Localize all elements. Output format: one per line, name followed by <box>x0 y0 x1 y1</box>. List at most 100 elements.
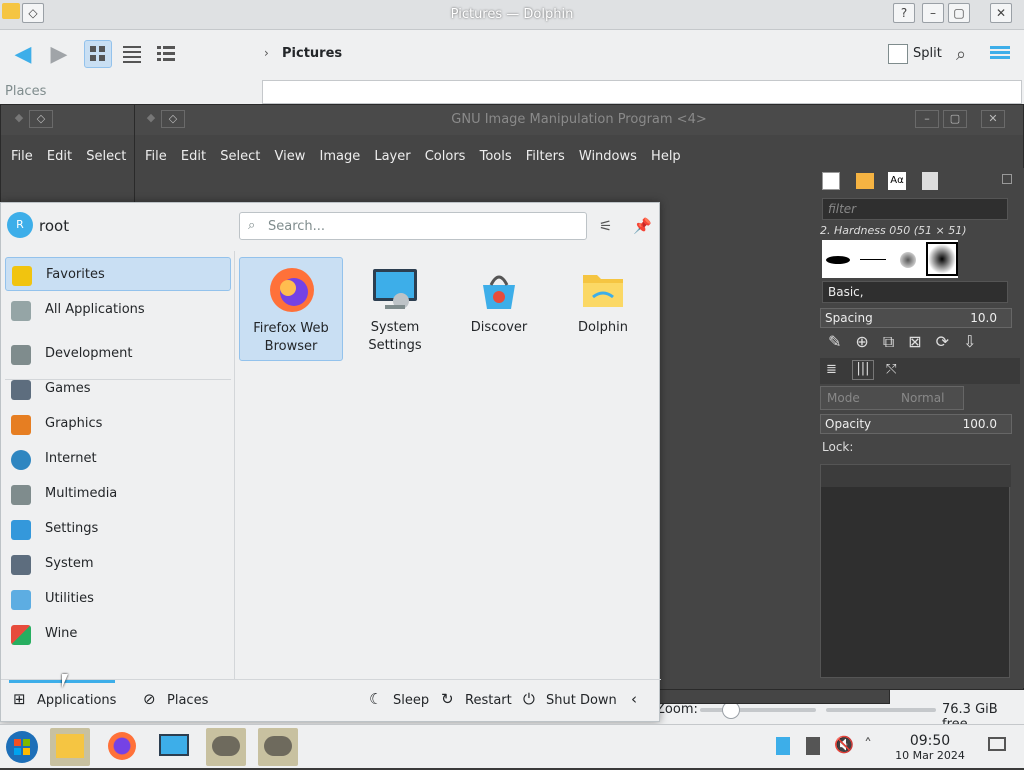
category-label: Settings <box>45 521 99 536</box>
gimp-back-app-icon: ◆ <box>14 111 24 124</box>
patterns-tab-icon[interactable] <box>856 173 874 189</box>
maximize-button[interactable]: ▢ <box>948 3 970 23</box>
brush-set-select[interactable]: Basic, <box>822 281 1008 303</box>
hamburger-menu-icon[interactable] <box>990 44 1010 62</box>
gimp-titlebar[interactable]: ◆ ◇ GNU Image Manipulation Program <4> –… <box>135 105 1023 135</box>
search-input[interactable]: ⌕ Search... <box>239 212 587 240</box>
breadcrumb[interactable]: Pictures <box>282 46 342 61</box>
taskbar-system-settings[interactable] <box>154 728 194 766</box>
category-graphics[interactable]: Graphics <box>5 407 231 441</box>
back-arrow-icon[interactable]: ◀ <box>8 40 38 70</box>
gimp-menu-windows[interactable]: Windows <box>579 135 637 179</box>
gimp-menu-layer[interactable]: Layer <box>374 135 410 179</box>
gimp-back-menu-select[interactable]: Select <box>86 135 126 179</box>
compass-icon: ⊘ <box>143 690 156 708</box>
gimp-menu-filters[interactable]: Filters <box>526 135 565 179</box>
configure-icon[interactable]: ⚟ <box>599 217 612 235</box>
gimp-menu-edit[interactable]: Edit <box>181 135 206 179</box>
clipboard-icon[interactable] <box>776 737 790 755</box>
layers-list[interactable] <box>820 464 1011 678</box>
start-menu-button[interactable] <box>2 728 42 766</box>
gimp-menu-colors[interactable]: Colors <box>425 135 466 179</box>
category-wine[interactable]: Wine <box>5 617 231 651</box>
category-internet[interactable]: Internet <box>5 442 231 476</box>
app-discover[interactable]: Discover <box>447 257 551 361</box>
multimedia-icon <box>11 485 31 505</box>
compact-view-button[interactable] <box>118 40 146 68</box>
category-utilities[interactable]: Utilities <box>5 582 231 616</box>
forward-arrow-icon[interactable]: ▶ <box>44 40 74 70</box>
category-multimedia[interactable]: Multimedia <box>5 477 231 511</box>
app-dolphin[interactable]: Dolphin <box>551 257 655 361</box>
launcher-header: R root ⌕ Search... ⚟ 📌 <box>1 203 661 251</box>
taskbar-dolphin[interactable] <box>50 728 90 766</box>
gimp-menu-image[interactable]: Image <box>319 135 360 179</box>
gimp-menu-view[interactable]: View <box>274 135 305 179</box>
brush-preview-grid[interactable] <box>822 240 958 278</box>
spacing-slider[interactable]: Spacing 10.0 <box>820 308 1012 328</box>
gimp-close-button[interactable]: ✕ <box>981 110 1005 128</box>
category-settings[interactable]: Settings <box>5 512 231 546</box>
category-games[interactable]: Games <box>5 372 231 406</box>
minimize-button[interactable]: – <box>922 3 944 23</box>
sleep-button[interactable]: Sleep <box>393 693 429 708</box>
category-system[interactable]: System <box>5 547 231 581</box>
category-label: Wine <box>45 626 78 641</box>
show-desktop-icon[interactable] <box>988 737 1006 751</box>
taskbar-firefox[interactable] <box>102 728 142 766</box>
paths-tab-icon[interactable]: ⤲ <box>886 362 896 377</box>
gimp-back-menu-edit[interactable]: Edit <box>47 135 72 179</box>
gimp-back-menu-file[interactable]: File <box>11 135 33 179</box>
pin-icon[interactable]: 📌 <box>633 217 652 235</box>
dolphin-titlebar[interactable]: ◇ Pictures — Dolphin ? – ▢ ✕ <box>0 0 1024 30</box>
channels-tab-icon[interactable]: ||| <box>852 360 874 380</box>
taskbar-gimp-1[interactable] <box>206 728 246 766</box>
search-icon[interactable]: ⌕ <box>956 44 966 65</box>
document-tab-icon[interactable] <box>922 172 938 190</box>
tab-applications[interactable]: Applications <box>37 693 116 708</box>
gimp-back-window-menu-button[interactable]: ◇ <box>29 110 53 128</box>
clock-time[interactable]: 09:50 <box>895 733 965 749</box>
category-label: Favorites <box>46 267 105 282</box>
category-favorites[interactable]: Favorites <box>5 257 231 291</box>
help-button[interactable]: ? <box>893 3 915 23</box>
app-firefox[interactable]: Firefox Web Browser <box>239 257 343 361</box>
tray-expand-icon[interactable]: ˄ <box>864 735 872 754</box>
gimp-menu-help[interactable]: Help <box>651 135 681 179</box>
category-label: All Applications <box>45 302 145 317</box>
mode-select[interactable]: Mode Normal <box>820 386 964 410</box>
taskbar-gimp-2[interactable] <box>258 728 298 766</box>
category-label: Internet <box>45 451 97 466</box>
gimp-menu-select[interactable]: Select <box>220 135 260 179</box>
leave-chevron-icon[interactable]: ‹ <box>631 690 637 708</box>
icons-view-button[interactable] <box>84 40 112 68</box>
brushes-tab-icon[interactable] <box>822 172 840 190</box>
dock-configure-icon[interactable] <box>1002 174 1012 184</box>
category-all-applications[interactable]: All Applications <box>5 293 231 327</box>
split-button[interactable]: Split <box>913 46 942 61</box>
details-view-button[interactable] <box>152 40 180 68</box>
graphics-icon <box>11 415 31 435</box>
close-button[interactable]: ✕ <box>990 3 1012 23</box>
app-system-settings[interactable]: System Settings <box>343 257 447 361</box>
dolphin-view-area[interactable] <box>262 80 1022 104</box>
gimp-menu-tools[interactable]: Tools <box>480 135 512 179</box>
avatar[interactable]: R <box>7 212 33 238</box>
shutdown-button[interactable]: Shut Down <box>546 693 617 708</box>
brush-actions-toolbar[interactable]: ✎⊕⧉⊠⟳⇩ <box>828 332 990 352</box>
opacity-slider[interactable]: Opacity 100.0 <box>820 414 1012 434</box>
gimp-minimize-button[interactable]: – <box>915 110 939 128</box>
places-panel-label: Places <box>5 84 47 99</box>
device-icon[interactable] <box>806 737 820 755</box>
category-development[interactable]: Development <box>5 337 231 371</box>
volume-muted-icon[interactable]: 🔇 <box>834 735 854 754</box>
restart-button[interactable]: Restart <box>465 693 512 708</box>
layers-tab-icon[interactable]: ≣ <box>826 362 837 377</box>
zoom-slider[interactable] <box>700 708 816 712</box>
app-label-line1: Dolphin <box>578 320 628 335</box>
tab-places[interactable]: Places <box>167 693 208 708</box>
gimp-maximize-button[interactable]: ▢ <box>943 110 967 128</box>
brush-filter-field[interactable]: filter <box>822 198 1008 220</box>
fonts-tab-icon[interactable]: Aα <box>888 172 906 190</box>
gimp-menu-file[interactable]: File <box>145 135 167 179</box>
